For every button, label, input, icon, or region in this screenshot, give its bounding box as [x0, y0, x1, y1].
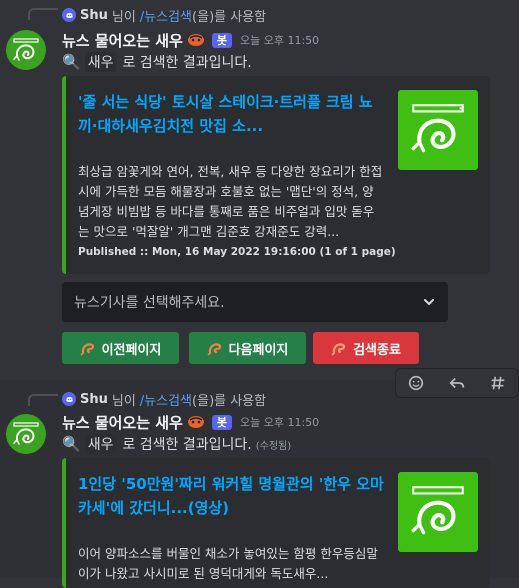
command-reply-line: [28, 394, 58, 406]
command-tail: (을)를 사용함: [192, 9, 267, 25]
embed-footer: Published :: Mon, 16 May 2022 19:16:00 (…: [78, 246, 396, 258]
discord-icon: [62, 392, 76, 406]
message-1: Shu 님이 /뉴스검색 (을)를 사용함 뉴스 물어오는 새우 봇 오늘 오후…: [0, 0, 519, 372]
embed-thumbnail[interactable]: [398, 90, 478, 170]
end-search-label: 검색종료: [353, 342, 401, 358]
command-suffix: 님이: [111, 393, 136, 409]
search-keyword: 새우: [84, 434, 117, 454]
command-invocation[interactable]: Shu 님이 /뉴스검색 (을)를 사용함: [62, 6, 267, 25]
command-name[interactable]: /뉴스검색: [140, 6, 192, 25]
timestamp[interactable]: 오늘 오후 11:50: [240, 414, 319, 430]
prev-page-label: 이전페이지: [101, 342, 162, 358]
embed-title-link[interactable]: 1인당 '50만원'짜리 워커힐 명월관의 '한우 오마카세'에 갔더니...(…: [78, 472, 384, 520]
message-header: 뉴스 물어오는 새우 봇 오늘 오후 11:50: [62, 30, 319, 50]
next-page-label: 다음페이지: [228, 342, 289, 358]
command-reply-line: [28, 8, 58, 20]
avatar[interactable]: [6, 30, 46, 70]
message-2: Shu 님이 /뉴스검색 (을)를 사용함 뉴스 물어오는 새우 봇 오늘 오후…: [0, 368, 519, 588]
prev-page-button[interactable]: 이전페이지: [62, 332, 179, 364]
shrimp-logo-icon: [411, 486, 464, 535]
command-user[interactable]: Shu: [80, 392, 108, 407]
news-embed: 1인당 '50만원'짜리 워커힐 명월관의 '한우 오마카세'에 갔더니...(…: [62, 458, 490, 588]
shrimp-logo-icon: [13, 38, 39, 61]
shrimp-emoji-icon: [80, 343, 94, 356]
result-text: 로 검색한 결과입니다.: [122, 437, 252, 453]
add-reaction-icon[interactable]: [406, 373, 426, 393]
message-content: 🔍 새우 로 검색한 결과입니다. (수정됨): [62, 434, 291, 454]
command-tail: (을)를 사용함: [192, 393, 267, 409]
shrimp-logo-icon: [13, 422, 39, 445]
command-invocation[interactable]: Shu 님이 /뉴스검색 (을)를 사용함: [62, 390, 267, 409]
shrimp-emoji-icon: [207, 343, 221, 356]
shrimp-emoji-icon: [186, 32, 206, 48]
reply-icon[interactable]: [447, 373, 467, 393]
avatar[interactable]: [6, 414, 46, 454]
author-name[interactable]: 뉴스 물어오는 새우: [62, 30, 183, 51]
discord-icon: [62, 8, 76, 22]
end-search-button[interactable]: 검색종료: [313, 332, 419, 364]
chevron-down-icon: [424, 299, 434, 306]
command-suffix: 님이: [111, 9, 136, 25]
message-content: 🔍 새우 로 검색한 결과입니다.: [62, 52, 252, 72]
shrimp-logo-icon: [411, 104, 464, 153]
shrimp-emoji-icon: [186, 414, 206, 430]
magnifier-icon: 🔍: [62, 53, 81, 71]
bot-tag: 봇: [211, 414, 232, 430]
shrimp-emoji-icon: [331, 343, 346, 356]
bot-tag: 봇: [211, 32, 232, 48]
embed-thumbnail[interactable]: [398, 472, 478, 552]
command-name[interactable]: /뉴스검색: [140, 390, 192, 409]
news-select-dropdown[interactable]: 뉴스기사를 선택해주세요.: [62, 282, 448, 322]
edited-marker: (수정됨): [255, 440, 292, 452]
embed-title-link[interactable]: '줄 서는 식당' 토시살 스테이크·트러플 크림 뇨끼·대하새우김치전 맛집 …: [78, 90, 384, 138]
message-header: 뉴스 물어오는 새우 봇 오늘 오후 11:50: [62, 412, 319, 432]
next-page-button[interactable]: 다음페이지: [189, 332, 306, 364]
author-name[interactable]: 뉴스 물어오는 새우: [62, 412, 183, 433]
message-action-toolbar: [395, 368, 519, 398]
result-text: 로 검색한 결과입니다.: [122, 55, 252, 71]
search-keyword: 새우: [84, 52, 117, 72]
news-embed: '줄 서는 식당' 토시살 스테이크·트러플 크림 뇨끼·대하새우김치전 맛집 …: [62, 76, 490, 274]
select-placeholder: 뉴스기사를 선택해주세요.: [74, 295, 225, 311]
command-user[interactable]: Shu: [80, 8, 108, 23]
magnifier-icon: 🔍: [62, 435, 81, 453]
embed-description: 이어 양파소스를 버물인 채소가 놓여있는 함평 한우등심말이가 나왔고 사시미…: [78, 546, 378, 581]
create-thread-icon[interactable]: [488, 373, 508, 393]
timestamp[interactable]: 오늘 오후 11:50: [240, 32, 319, 48]
embed-description: 최상급 암꽃게와 연어, 전복, 새우 등 다양한 장요리가 한접시에 가득한 …: [78, 164, 383, 239]
